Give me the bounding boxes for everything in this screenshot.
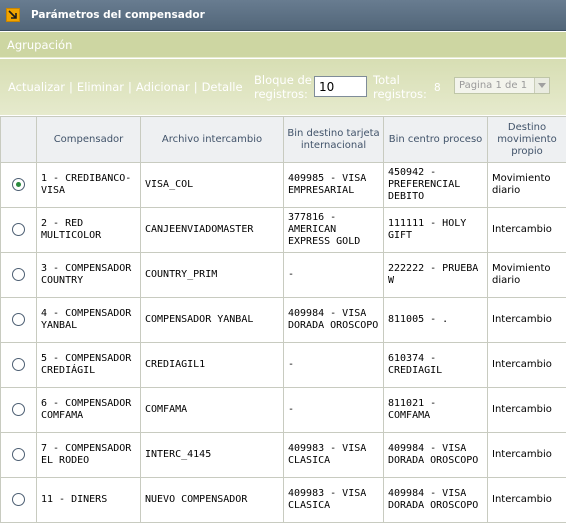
cell-archivo-intercambio: CREDIAGIL1 <box>141 343 284 388</box>
cell-compensador: 3 - COMPENSADOR COUNTRY <box>37 253 141 298</box>
table-row[interactable]: 4 - COMPENSADOR YANBALCOMPENSADOR YANBAL… <box>1 298 566 343</box>
cell-compensador: 7 - COMPENSADOR EL RODEO <box>37 433 141 478</box>
select-column-header <box>1 117 37 163</box>
separator: | <box>194 80 198 94</box>
cell-destino-movimiento: Intercambio <box>488 433 566 478</box>
window-title: Parámetros del compensador <box>31 9 205 21</box>
cell-destino-movimiento: Intercambio <box>488 388 566 433</box>
row-select-cell <box>1 208 37 253</box>
row-select-cell <box>1 433 37 478</box>
cell-bin-centro: 409984 - VISA DORADA OROSCOPO <box>384 433 488 478</box>
column-header-destino-movimiento[interactable]: Destino movimiento propio <box>488 117 566 163</box>
block-size-input[interactable] <box>314 76 367 97</box>
separator: | <box>128 80 132 94</box>
page-select-value: Pagina 1 de 1 <box>459 80 527 91</box>
cell-archivo-intercambio: INTERC_4145 <box>141 433 284 478</box>
compensador-table: Compensador Archivo intercambio Bin dest… <box>0 116 566 523</box>
cell-bin-centro: 610374 - CREDIAGIL <box>384 343 488 388</box>
cell-bin-destino: 409984 - VISA DORADA OROSCOPO <box>284 298 384 343</box>
column-header-compensador[interactable]: Compensador <box>37 117 141 163</box>
row-select-cell <box>1 163 37 208</box>
cell-archivo-intercambio: VISA_COL <box>141 163 284 208</box>
total-records-value: 8 <box>434 82 441 94</box>
cell-bin-destino: 409983 - VISA CLASICA <box>284 433 384 478</box>
adicionar-link[interactable]: Adicionar <box>136 80 190 94</box>
row-select-cell <box>1 343 37 388</box>
cell-archivo-intercambio: COMFAMA <box>141 388 284 433</box>
table-row[interactable]: 6 - COMPENSADOR COMFAMACOMFAMA-811021 - … <box>1 388 566 433</box>
eliminar-link[interactable]: Eliminar <box>77 80 124 94</box>
table-header-row: Compensador Archivo intercambio Bin dest… <box>1 117 566 163</box>
grouping-bar[interactable]: Agrupación <box>0 32 566 58</box>
table-row[interactable]: 3 - COMPENSADOR COUNTRYCOUNTRY_PRIM-2222… <box>1 253 566 298</box>
actualizar-link[interactable]: Actualizar <box>8 80 65 94</box>
cell-destino-movimiento: Movimiento diario <box>488 163 566 208</box>
cell-compensador: 2 - RED MULTICOLOR <box>37 208 141 253</box>
column-header-archivo[interactable]: Archivo intercambio <box>141 117 284 163</box>
table-row[interactable]: 11 - DINERSNUEVO COMPENSADOR409983 - VIS… <box>1 478 566 523</box>
row-select-cell <box>1 298 37 343</box>
cell-compensador: 11 - DINERS <box>37 478 141 523</box>
cell-archivo-intercambio: CANJEENVIADOMASTER <box>141 208 284 253</box>
row-radio-button[interactable] <box>12 313 25 326</box>
row-radio-button[interactable] <box>12 448 25 461</box>
cell-compensador: 6 - COMPENSADOR COMFAMA <box>37 388 141 433</box>
total-records-label-line1: Total <box>373 73 427 87</box>
toolbar: Actualizar | Eliminar | Adicionar | Detalle Bl… <box>0 59 566 115</box>
table-row[interactable]: 5 - COMPENSADOR CREDIÁGILCREDIAGIL1-6103… <box>1 343 566 388</box>
total-records-label: Total registros: <box>373 73 427 101</box>
row-select-cell <box>1 388 37 433</box>
cell-compensador: 5 - COMPENSADOR CREDIÁGIL <box>37 343 141 388</box>
chevron-down-icon[interactable] <box>534 78 549 93</box>
page-select[interactable]: Pagina 1 de 1 <box>454 77 550 94</box>
block-size-label: Bloque de registros: <box>254 73 312 101</box>
cell-bin-centro: 409984 - VISA DORADA OROSCOPO <box>384 478 488 523</box>
row-radio-button[interactable] <box>12 358 25 371</box>
row-select-cell <box>1 478 37 523</box>
detalle-link[interactable]: Detalle <box>202 80 243 94</box>
cell-destino-movimiento: Intercambio <box>488 298 566 343</box>
total-records-label-line2: registros: <box>373 87 427 101</box>
table-row[interactable]: 1 - CREDIBANCO-VISAVISA_COL409985 - VISA… <box>1 163 566 208</box>
block-size-label-line1: Bloque de <box>254 73 312 87</box>
row-radio-button[interactable] <box>12 223 25 236</box>
cell-bin-destino: 409983 - VISA CLASICA <box>284 478 384 523</box>
cell-bin-destino: - <box>284 343 384 388</box>
column-header-bin-destino[interactable]: Bin destino tarjeta internacional <box>284 117 384 163</box>
cell-archivo-intercambio: NUEVO COMPENSADOR <box>141 478 284 523</box>
cell-bin-destino: 409985 - VISA EMPRESARIAL <box>284 163 384 208</box>
cell-bin-destino: - <box>284 388 384 433</box>
cell-destino-movimiento: Intercambio <box>488 343 566 388</box>
row-select-cell <box>1 253 37 298</box>
cell-bin-centro: 811021 - COMFAMA <box>384 388 488 433</box>
window-titlebar: Parámetros del compensador <box>0 0 566 31</box>
row-radio-button[interactable] <box>12 403 25 416</box>
cell-bin-destino: 377816 - AMERICAN EXPRESS GOLD <box>284 208 384 253</box>
row-radio-button[interactable] <box>12 268 25 281</box>
column-header-bin-centro[interactable]: Bin centro proceso <box>384 117 488 163</box>
table-row[interactable]: 7 - COMPENSADOR EL RODEOINTERC_414540998… <box>1 433 566 478</box>
cell-compensador: 4 - COMPENSADOR YANBAL <box>37 298 141 343</box>
row-radio-button[interactable] <box>12 178 25 191</box>
cell-destino-movimiento: Movimiento diario <box>488 253 566 298</box>
cell-bin-centro: 450942 - PREFERENCIAL DEBITO <box>384 163 488 208</box>
table-row[interactable]: 2 - RED MULTICOLORCANJEENVIADOMASTER3778… <box>1 208 566 253</box>
corner-arrow-icon <box>6 8 20 22</box>
cell-bin-centro: 111111 - HOLY GIFT <box>384 208 488 253</box>
cell-archivo-intercambio: COMPENSADOR YANBAL <box>141 298 284 343</box>
cell-compensador: 1 - CREDIBANCO-VISA <box>37 163 141 208</box>
cell-destino-movimiento: Intercambio <box>488 478 566 523</box>
action-links: Actualizar | Eliminar | Adicionar | Detalle <box>8 80 243 94</box>
cell-archivo-intercambio: COUNTRY_PRIM <box>141 253 284 298</box>
cell-bin-centro: 811005 - . <box>384 298 488 343</box>
row-radio-button[interactable] <box>12 493 25 506</box>
cell-bin-destino: - <box>284 253 384 298</box>
cell-bin-centro: 222222 - PRUEBA W <box>384 253 488 298</box>
block-size-label-line2: registros: <box>254 87 312 101</box>
separator: | <box>69 80 73 94</box>
cell-destino-movimiento: Intercambio <box>488 208 566 253</box>
